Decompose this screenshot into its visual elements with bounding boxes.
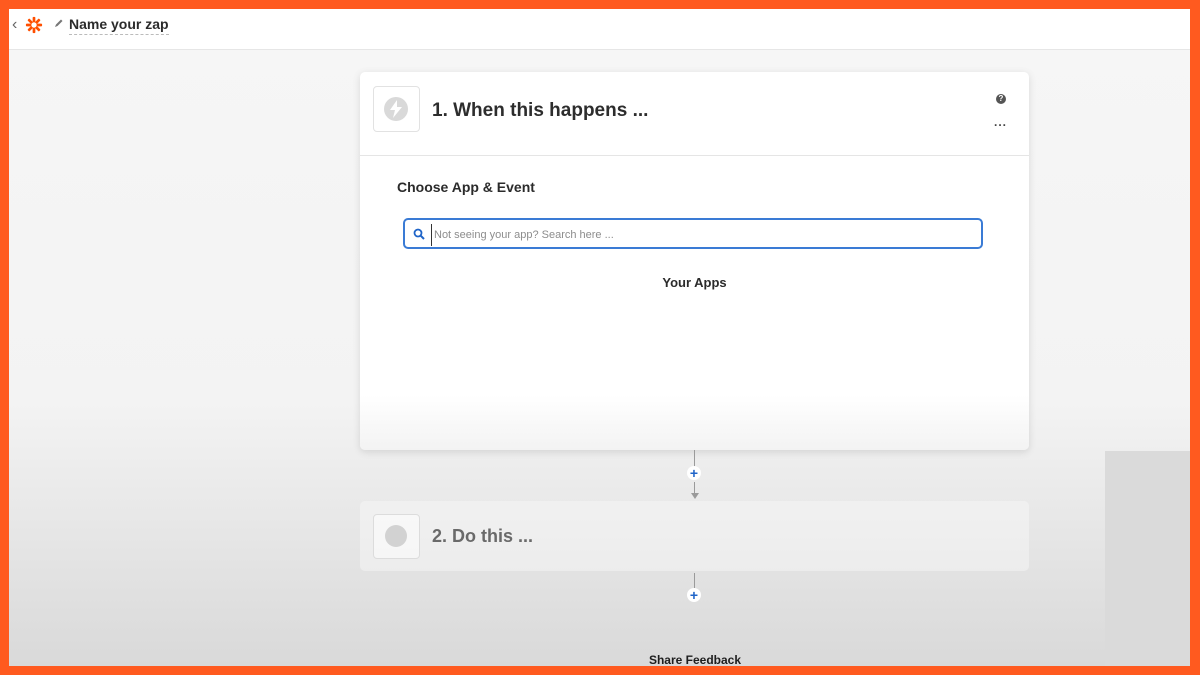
- search-icon: [413, 228, 425, 240]
- action-app-placeholder: [385, 525, 407, 547]
- card-bottom-fade: [360, 395, 1029, 450]
- connector-arrow: [691, 493, 699, 499]
- trigger-app-icon-box: [373, 86, 420, 132]
- connector-line: [694, 482, 695, 493]
- action-step-title: 2. Do this ...: [432, 526, 534, 546]
- action-app-icon-box: [373, 514, 420, 559]
- action-step-card[interactable]: 2. Do this ...: [360, 501, 1029, 571]
- your-apps-heading: Your Apps: [662, 275, 727, 290]
- trigger-step-title: 1. When this happens ...: [432, 100, 649, 121]
- chevron-left-icon[interactable]: ‹: [12, 17, 17, 33]
- app-frame: ‹ Name your zap 1. When this happens ...…: [9, 9, 1190, 666]
- lightning-bolt-icon: [390, 100, 402, 118]
- share-feedback-link[interactable]: Share Feedback: [609, 653, 781, 666]
- connector-line: [694, 573, 695, 588]
- choose-app-event-heading: Choose App & Event: [397, 179, 535, 195]
- app-search-input[interactable]: [431, 224, 976, 246]
- trigger-step-header[interactable]: 1. When this happens ... ? ...: [360, 72, 1029, 156]
- add-step-button[interactable]: +: [687, 588, 701, 602]
- trigger-step-card: 1. When this happens ... ? ... Choose Ap…: [360, 72, 1029, 450]
- add-step-button[interactable]: +: [687, 466, 701, 480]
- top-bar: ‹ Name your zap: [9, 9, 1190, 50]
- zap-name-field[interactable]: Name your zap: [69, 16, 169, 35]
- question-icon[interactable]: ?: [996, 94, 1006, 104]
- pencil-icon[interactable]: [54, 18, 64, 28]
- ellipsis-icon[interactable]: ...: [994, 115, 1007, 129]
- zapier-asterisk-icon[interactable]: [25, 16, 43, 34]
- background-shade: [1105, 451, 1190, 666]
- app-search-box[interactable]: [403, 218, 983, 249]
